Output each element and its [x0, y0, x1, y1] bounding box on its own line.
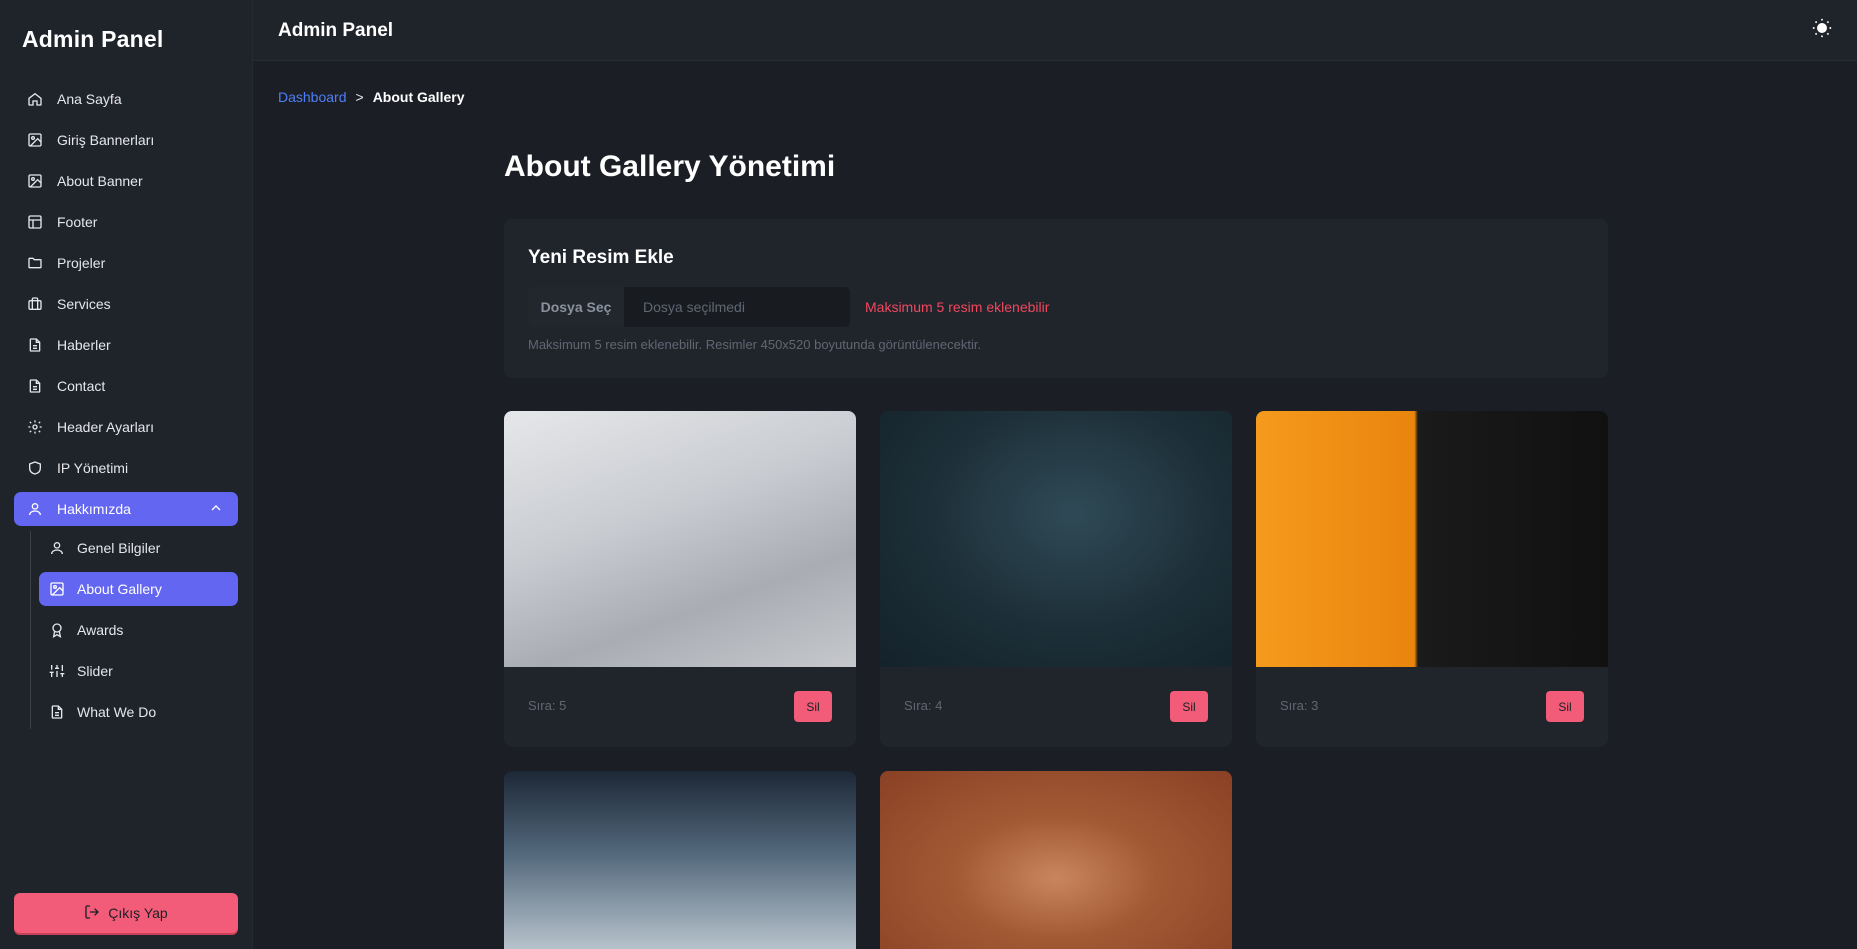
sidebar-item-label: Genel Bilgiler: [77, 540, 161, 556]
brand-title: Admin Panel: [22, 26, 164, 52]
gallery-order: Sıra: 3: [1280, 698, 1319, 713]
breadcrumb-current: About Gallery: [372, 89, 465, 105]
gallery-order: Sıra: 5: [528, 698, 567, 713]
file-text-icon: [27, 337, 43, 353]
gallery-image: [1256, 411, 1608, 667]
submenu-hakkimizda: Genel Bilgiler About Gallery Awards Slid…: [30, 531, 238, 729]
sidebar-subitem-genel-bilgiler[interactable]: Genel Bilgiler: [39, 531, 238, 565]
sidebar-item-about-banner[interactable]: About Banner: [14, 164, 238, 198]
sidebar-item-label: Haberler: [57, 337, 111, 353]
sliders-icon: [49, 663, 65, 679]
layout-icon: [27, 214, 43, 230]
breadcrumb-dashboard-link[interactable]: Dashboard: [278, 89, 347, 105]
sidebar-subitem-what-we-do[interactable]: What We Do: [39, 695, 238, 729]
sidebar-item-label: Awards: [77, 622, 124, 638]
sidebar-subitem-about-gallery[interactable]: About Gallery: [39, 572, 238, 606]
limit-warning: Maksimum 5 resim eklenebilir: [865, 299, 1050, 315]
award-icon: [49, 622, 65, 638]
sun-icon: [1812, 18, 1832, 43]
delete-button[interactable]: Sil: [1546, 691, 1584, 722]
sidebar-item-label: Slider: [77, 663, 113, 679]
topbar: Admin Panel: [253, 0, 1857, 61]
sidebar-item-footer[interactable]: Footer: [14, 205, 238, 239]
gallery-item: Sıra: 3 Sil: [1256, 411, 1608, 747]
sidebar-item-label: Giriş Bannerları: [57, 132, 155, 148]
delete-button[interactable]: Sil: [1170, 691, 1208, 722]
gallery-item: [504, 771, 856, 949]
gallery-item-footer: Sıra: 3 Sil: [1256, 667, 1608, 747]
chevron-up-icon: [208, 500, 224, 519]
sidebar-item-projeler[interactable]: Projeler: [14, 246, 238, 280]
gear-icon: [27, 419, 43, 435]
logout-label: Çıkış Yap: [108, 905, 168, 921]
sidebar-item-contact[interactable]: Contact: [14, 369, 238, 403]
sidebar-item-label: Footer: [57, 214, 98, 230]
gallery-item-footer: Sıra: 4 Sil: [880, 667, 1232, 747]
gallery-image: [504, 771, 856, 949]
user-icon: [49, 540, 65, 556]
sidebar-item-label: About Banner: [57, 173, 143, 189]
sidebar-item-giris-bannerlari[interactable]: Giriş Bannerları: [14, 123, 238, 157]
home-icon: [27, 91, 43, 107]
upload-card-title: Yeni Resim Ekle: [528, 247, 674, 268]
sidebar-item-label: What We Do: [77, 704, 157, 720]
gallery-item: Sıra: 5 Sil: [504, 411, 856, 747]
sidebar-item-services[interactable]: Services: [14, 287, 238, 321]
sidebar-nav: Ana Sayfa Giriş Bannerları About Banner …: [14, 82, 238, 736]
sidebar-item-label: About Gallery: [77, 581, 162, 597]
gallery-item: [880, 771, 1232, 949]
folder-icon: [27, 255, 43, 271]
logout-icon: [84, 904, 100, 923]
sidebar-item-haberler[interactable]: Haberler: [14, 328, 238, 362]
gallery-item: Sıra: 4 Sil: [880, 411, 1232, 747]
sidebar-subitem-slider[interactable]: Slider: [39, 654, 238, 688]
sidebar-item-label: Projeler: [57, 255, 106, 271]
logout-button[interactable]: Çıkış Yap: [14, 893, 238, 933]
file-input[interactable]: Dosya Seç Dosya seçilmedi: [528, 287, 850, 327]
image-icon: [49, 581, 65, 597]
file-status-text: Dosya seçilmedi: [643, 299, 745, 315]
sidebar-item-label: Contact: [57, 378, 106, 394]
delete-button[interactable]: Sil: [794, 691, 832, 722]
sidebar-item-label: Services: [57, 296, 111, 312]
sidebar-item-label: Hakkımızda: [57, 501, 131, 517]
topbar-title: Admin Panel: [278, 20, 394, 41]
breadcrumb: Dashboard > About Gallery: [278, 89, 464, 105]
gallery-image: [880, 411, 1232, 667]
image-icon: [27, 132, 43, 148]
sidebar-item-label: Header Ayarları: [57, 419, 155, 435]
sidebar-item-label: Ana Sayfa: [57, 91, 122, 107]
sidebar-item-ip-yonetimi[interactable]: IP Yönetimi: [14, 451, 238, 485]
sidebar-item-hakkimizda[interactable]: Hakkımızda: [14, 492, 238, 526]
user-icon: [27, 501, 43, 517]
gallery-item-footer: Sıra: 5 Sil: [504, 667, 856, 747]
choose-file-button[interactable]: Dosya Seç: [528, 287, 624, 327]
sidebar-item-header-ayarlari[interactable]: Header Ayarları: [14, 410, 238, 444]
sidebar: Admin Panel Ana Sayfa Giriş Bannerları A…: [0, 0, 253, 949]
shield-icon: [27, 460, 43, 476]
gallery-image: [880, 771, 1232, 949]
upload-hint: Maksimum 5 resim eklenebilir. Resimler 4…: [528, 337, 982, 352]
page-title: About Gallery Yönetimi: [504, 150, 836, 183]
sidebar-subitem-awards[interactable]: Awards: [39, 613, 238, 647]
gallery-order: Sıra: 4: [904, 698, 943, 713]
sidebar-item-label: IP Yönetimi: [57, 460, 129, 476]
file-text-icon: [49, 704, 65, 720]
briefcase-icon: [27, 296, 43, 312]
sidebar-item-ana-sayfa[interactable]: Ana Sayfa: [14, 82, 238, 116]
theme-toggle-button[interactable]: [1811, 18, 1833, 43]
image-icon: [27, 173, 43, 189]
file-text-icon: [27, 378, 43, 394]
breadcrumb-separator: >: [355, 89, 364, 105]
upload-card: Yeni Resim Ekle Dosya Seç Dosya seçilmed…: [504, 219, 1608, 378]
gallery-image: [504, 411, 856, 667]
